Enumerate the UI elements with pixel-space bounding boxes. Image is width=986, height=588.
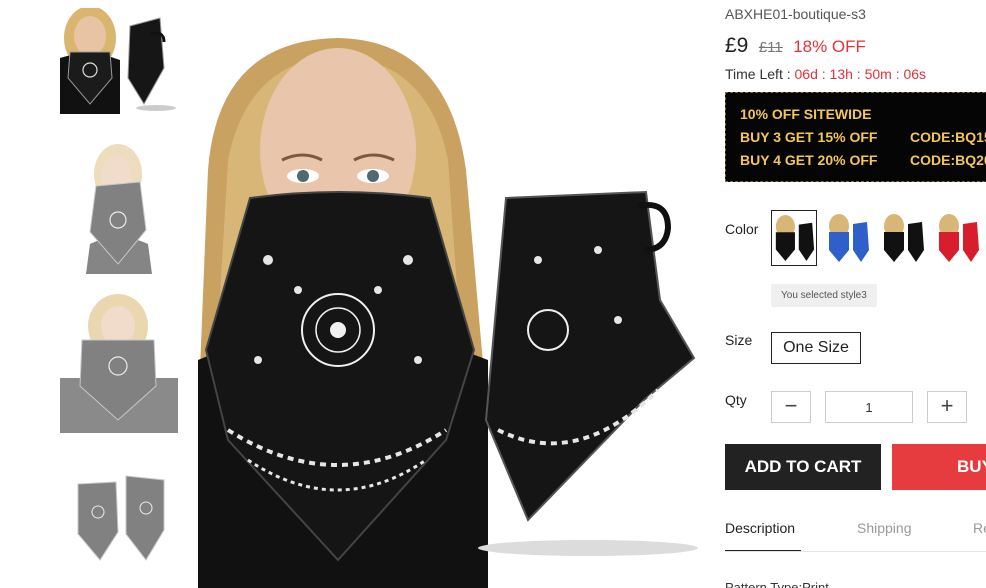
color-label: Color: [725, 221, 759, 237]
promo-banner: 10% OFF SITEWIDE BUY 3 GET 15% OFF BUY 4…: [725, 92, 986, 182]
promo-code-15: CODE:BQ15: [910, 129, 986, 145]
promo-line-buy4: BUY 4 GET 20% OFF: [740, 152, 878, 168]
countdown-timer: Time Left : 06d : 13h : 50m : 06s: [725, 66, 926, 82]
color-swatch-black[interactable]: [880, 210, 926, 266]
product-info-panel: ABXHE01-boutique-s3 £9 £11 18% OFF Time …: [725, 0, 986, 588]
pattern-type-detail: Pattern Type:Print: [725, 580, 829, 588]
main-product-image[interactable]: [198, 0, 700, 588]
tabs-divider: [725, 551, 986, 552]
color-swatch-red[interactable]: [935, 210, 981, 266]
color-swatch-blue[interactable]: [825, 210, 871, 266]
size-option-one-size[interactable]: One Size: [771, 332, 861, 364]
discount-badge: 18% OFF: [793, 37, 866, 56]
promo-line-buy3: BUY 3 GET 15% OFF: [740, 129, 878, 145]
product-sku: ABXHE01-boutique-s3: [725, 6, 866, 22]
thumbnail-2[interactable]: [60, 134, 178, 274]
add-to-cart-button[interactable]: ADD TO CART: [725, 444, 881, 490]
price-row: £9 £11 18% OFF: [725, 34, 866, 58]
tab-description[interactable]: Description: [725, 520, 801, 552]
original-price: £11: [758, 39, 783, 56]
qty-increase-button[interactable]: +: [927, 391, 967, 423]
selected-style-note: You selected style3: [771, 284, 877, 307]
tab-shipping[interactable]: Shipping: [857, 520, 912, 552]
promo-line-sitewide: 10% OFF SITEWIDE: [740, 106, 872, 122]
qty-decrease-button[interactable]: −: [771, 391, 811, 423]
promo-code-20: CODE:BQ20: [910, 152, 986, 168]
buy-now-button[interactable]: BUY: [892, 444, 986, 490]
thumbnail-1[interactable]: [60, 8, 178, 114]
qty-label: Qty: [725, 392, 747, 408]
current-price: £9: [725, 34, 749, 57]
qty-input[interactable]: [825, 391, 913, 423]
color-swatch-black-selected[interactable]: [771, 210, 817, 266]
product-tabs: Description Shipping Re: [725, 520, 986, 554]
time-left-value: 06d : 13h : 50m : 06s: [794, 66, 927, 82]
time-left-label: Time Left :: [725, 66, 791, 82]
thumbnail-3[interactable]: [60, 288, 178, 433]
tab-reviews[interactable]: Re: [973, 520, 986, 552]
thumbnail-4[interactable]: [60, 456, 178, 568]
size-label: Size: [725, 332, 753, 348]
